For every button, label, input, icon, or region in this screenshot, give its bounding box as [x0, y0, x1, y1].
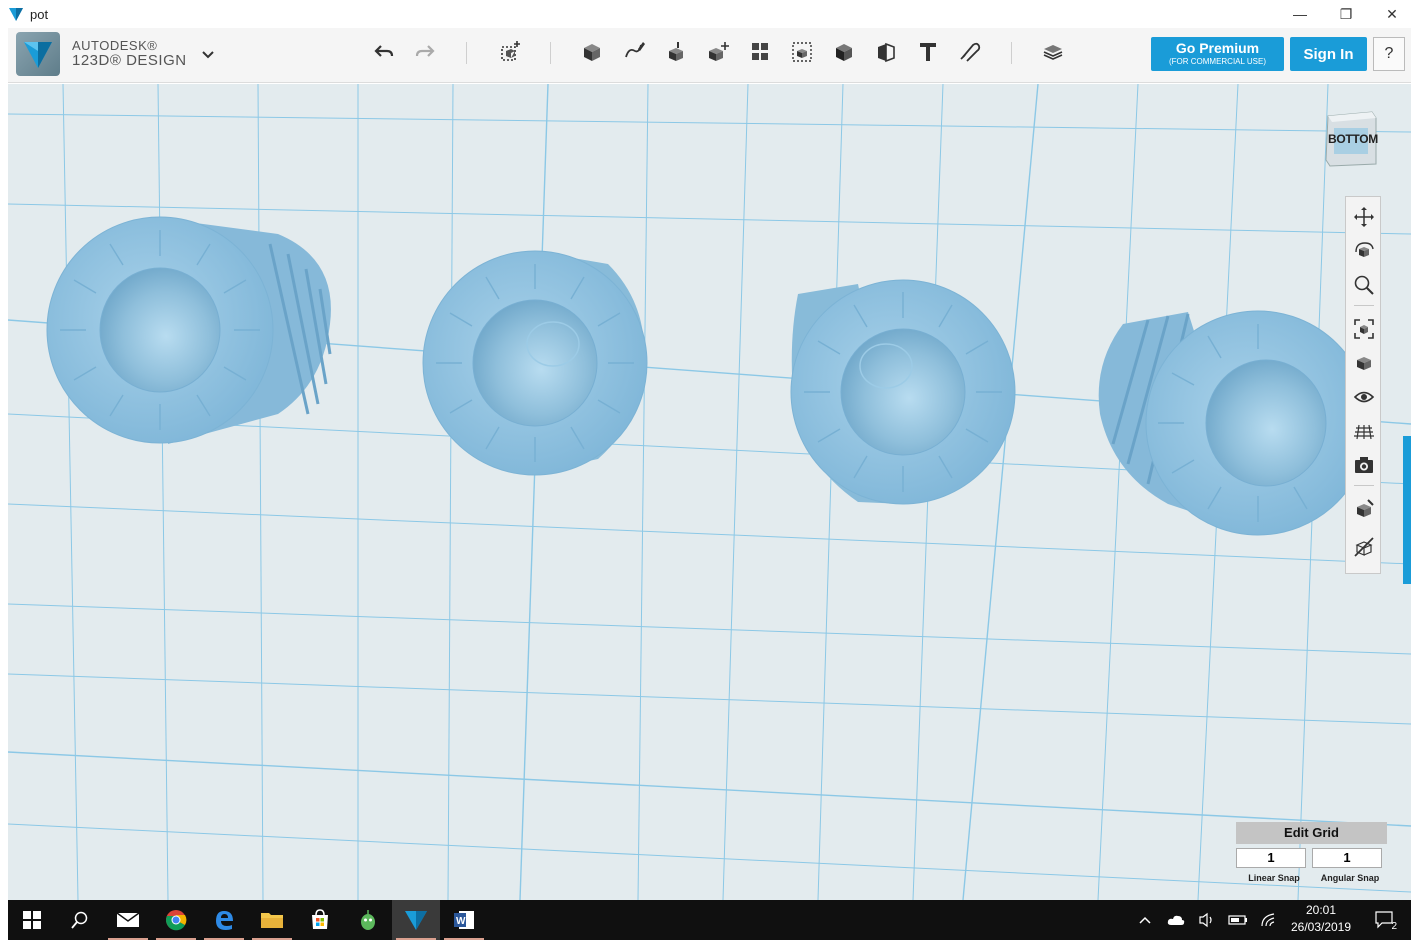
- pot-model-4[interactable]: [1098, 310, 1371, 536]
- view-cube-face-label: BOTTOM: [1328, 132, 1378, 146]
- battery-icon[interactable]: [1223, 900, 1253, 940]
- pattern-icon[interactable]: [744, 36, 776, 68]
- side-panel-toggle[interactable]: [1403, 436, 1411, 584]
- undo-icon[interactable]: [368, 36, 400, 68]
- material-display-icon[interactable]: [1350, 495, 1378, 523]
- edit-grid-panel: Edit Grid 1 1 Linear Snap Angular Snap: [1236, 822, 1388, 892]
- grouping-icon[interactable]: [786, 36, 818, 68]
- go-premium-label: Go Premium: [1175, 40, 1260, 56]
- onedrive-icon[interactable]: [1161, 900, 1191, 940]
- brand-line2: 123D® DESIGN: [72, 52, 187, 69]
- store-icon[interactable]: [296, 900, 344, 940]
- view-icon[interactable]: [1350, 349, 1378, 377]
- word-icon[interactable]: W: [440, 900, 488, 940]
- pot-model-1[interactable]: [46, 216, 332, 444]
- help-button[interactable]: ?: [1373, 37, 1405, 71]
- volume-icon[interactable]: [1192, 900, 1222, 940]
- app-logo-icon: [9, 8, 23, 21]
- measure-icon[interactable]: [870, 36, 902, 68]
- android-icon[interactable]: [344, 900, 392, 940]
- pot-model-2[interactable]: [422, 250, 648, 476]
- material-icon[interactable]: [1037, 36, 1069, 68]
- chrome-icon[interactable]: [152, 900, 200, 940]
- close-button[interactable]: ✕: [1369, 0, 1415, 28]
- fit-icon[interactable]: [1350, 315, 1378, 343]
- chevron-down-icon[interactable]: [200, 46, 216, 62]
- edge-icon[interactable]: [200, 900, 248, 940]
- go-premium-sublabel: (FOR COMMERCIAL USE): [1168, 57, 1267, 66]
- app-logo[interactable]: [16, 32, 60, 76]
- orbit-icon[interactable]: [1350, 237, 1378, 265]
- logo-icon: [24, 42, 52, 68]
- minimize-button[interactable]: —: [1277, 0, 1323, 28]
- redo-icon[interactable]: [409, 36, 441, 68]
- notifications-icon[interactable]: 2: [1368, 900, 1402, 940]
- camera-icon[interactable]: [1350, 451, 1378, 479]
- wifi-icon[interactable]: [1254, 900, 1284, 940]
- search-icon[interactable]: [56, 900, 104, 940]
- grid-icon[interactable]: [1350, 417, 1378, 445]
- 123d-design-icon[interactable]: [392, 900, 440, 940]
- start-icon[interactable]: [8, 900, 56, 940]
- linear-snap-field[interactable]: 1: [1236, 848, 1306, 868]
- sketch-box-icon[interactable]: [576, 36, 608, 68]
- clock-time: 20:01: [1305, 903, 1337, 917]
- clock-date: 26/03/2019: [1290, 920, 1352, 934]
- scene-canvas[interactable]: [8, 84, 1411, 900]
- title-bar: pot — ❐ ✕: [0, 0, 1415, 28]
- restore-button[interactable]: ❐: [1323, 0, 1369, 28]
- notifications-count: 2: [1391, 921, 1397, 932]
- file-explorer-icon[interactable]: [248, 900, 296, 940]
- angular-snap-field[interactable]: 1: [1312, 848, 1382, 868]
- primitives-icon[interactable]: [494, 36, 526, 68]
- clock[interactable]: 20:01 26/03/2019: [1286, 902, 1356, 936]
- zoom-icon[interactable]: [1350, 271, 1378, 299]
- mail-icon[interactable]: [104, 900, 152, 940]
- chevron-up-icon[interactable]: [1130, 900, 1160, 940]
- visibility-icon[interactable]: [1350, 383, 1378, 411]
- modify-icon[interactable]: [702, 36, 734, 68]
- view-cube[interactable]: BOTTOM: [1324, 110, 1378, 168]
- pot-model-3[interactable]: [790, 279, 1016, 505]
- window-title: pot: [30, 6, 49, 22]
- edit-grid-button[interactable]: Edit Grid: [1236, 822, 1387, 844]
- pan-icon[interactable]: [1350, 203, 1378, 231]
- linear-snap-label: Linear Snap: [1248, 873, 1300, 883]
- navigation-bar: [1345, 196, 1381, 574]
- taskbar: W 20:01 26/03/2019 2: [8, 900, 1411, 940]
- 3d-viewport[interactable]: BOTTOM Edit Grid 1 1 Linear Snap Angular…: [8, 84, 1411, 900]
- snap-icon[interactable]: [954, 36, 986, 68]
- svg-text:W: W: [456, 916, 466, 927]
- go-premium-button[interactable]: Go Premium (FOR COMMERCIAL USE): [1151, 37, 1284, 71]
- sketch-icon[interactable]: [618, 36, 650, 68]
- combine-icon[interactable]: [828, 36, 860, 68]
- main-toolbar: AUTODESK® 123D® DESIGN Go Premium (FOR C…: [8, 28, 1411, 83]
- hide-icon[interactable]: [1350, 533, 1378, 561]
- sign-in-button[interactable]: Sign In: [1290, 37, 1367, 71]
- construct-icon[interactable]: [660, 36, 692, 68]
- brand-text: AUTODESK® 123D® DESIGN: [72, 38, 187, 68]
- text-icon[interactable]: [912, 36, 944, 68]
- angular-snap-label: Angular Snap: [1320, 873, 1380, 883]
- brand-line1: AUTODESK®: [72, 38, 158, 53]
